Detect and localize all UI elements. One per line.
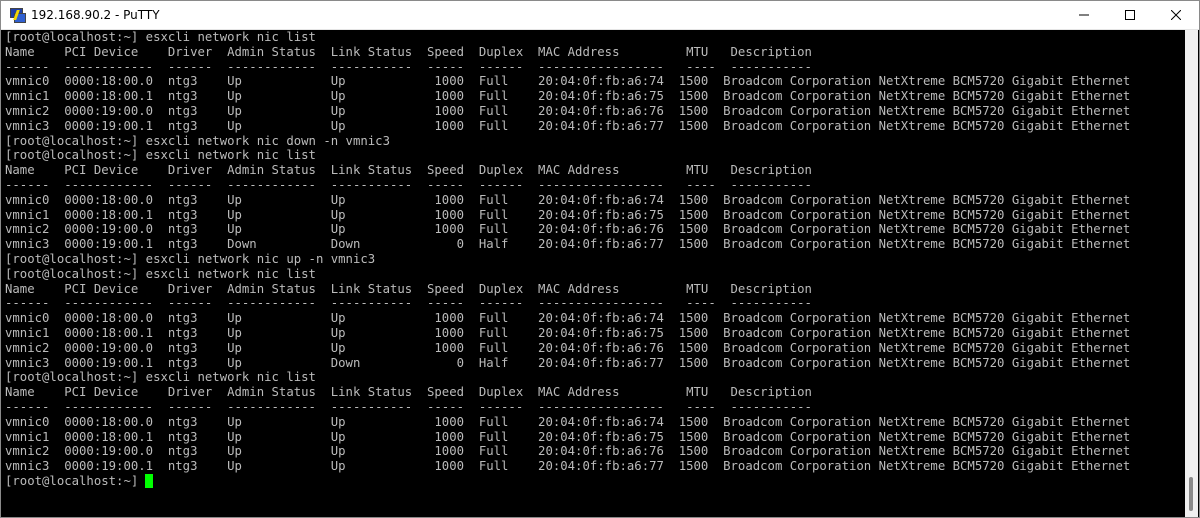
terminal-line: vmnic0 0000:18:00.0 ntg3 Up Up 1000 Full… bbox=[5, 311, 1131, 326]
minimize-button[interactable] bbox=[1061, 1, 1107, 29]
maximize-icon bbox=[1125, 10, 1135, 20]
terminal-line: ------ ------------ ------ ------------ … bbox=[5, 177, 812, 192]
terminal-line: [root@localhost:~] esxcli network nic li… bbox=[5, 148, 316, 163]
prompt-text: [root@localhost:~] bbox=[5, 473, 139, 488]
terminal-line: vmnic2 0000:19:00.0 ntg3 Up Up 1000 Full… bbox=[5, 222, 1131, 237]
terminal-output[interactable]: [root@localhost:~] esxcli network nic li… bbox=[2, 30, 1186, 517]
terminal-line: vmnic3 0000:19:00.1 ntg3 Down Down 0 Hal… bbox=[5, 237, 1131, 252]
terminal-line: [root@localhost:~] esxcli network nic li… bbox=[5, 30, 316, 44]
terminal-line: Name PCI Device Driver Admin Status Link… bbox=[5, 163, 812, 178]
scrollbar-thumb[interactable] bbox=[1189, 477, 1193, 511]
terminal-line: vmnic2 0000:19:00.0 ntg3 Up Up 1000 Full… bbox=[5, 340, 1131, 355]
terminal-line: vmnic1 0000:18:00.1 ntg3 Up Up 1000 Full… bbox=[5, 89, 1131, 104]
prompt-line[interactable]: [root@localhost:~] bbox=[2, 474, 1186, 489]
window-title: 192.168.90.2 - PuTTY bbox=[31, 8, 160, 22]
putty-icon[interactable] bbox=[9, 7, 26, 23]
title-bar[interactable]: 192.168.90.2 - PuTTY bbox=[1, 1, 1199, 30]
terminal-line: vmnic3 0000:19:00.1 ntg3 Up Up 1000 Full… bbox=[5, 459, 1131, 474]
minimize-icon bbox=[1079, 14, 1089, 16]
terminal-line: [root@localhost:~] esxcli network nic li… bbox=[5, 370, 316, 385]
terminal-line: vmnic0 0000:18:00.0 ntg3 Up Up 1000 Full… bbox=[5, 192, 1131, 207]
window-controls bbox=[1061, 1, 1199, 29]
terminal-line: vmnic2 0000:19:00.0 ntg3 Up Up 1000 Full… bbox=[5, 444, 1131, 459]
terminal-line: vmnic1 0000:18:00.1 ntg3 Up Up 1000 Full… bbox=[5, 207, 1131, 222]
terminal-line: Name PCI Device Driver Admin Status Link… bbox=[5, 281, 812, 296]
terminal-line: [root@localhost:~] esxcli network nic up… bbox=[5, 251, 376, 266]
terminal-line: vmnic2 0000:19:00.0 ntg3 Up Up 1000 Full… bbox=[5, 103, 1131, 118]
text-cursor bbox=[145, 474, 154, 489]
terminal-line: vmnic3 0000:19:00.1 ntg3 Up Up 1000 Full… bbox=[5, 118, 1131, 133]
terminal-line: vmnic0 0000:18:00.0 ntg3 Up Up 1000 Full… bbox=[5, 74, 1131, 89]
terminal-line: ------ ------------ ------ ------------ … bbox=[5, 296, 812, 311]
terminal-line: ------ ------------ ------ ------------ … bbox=[5, 399, 812, 414]
terminal-line: vmnic0 0000:18:00.0 ntg3 Up Up 1000 Full… bbox=[5, 414, 1131, 429]
terminal-line: vmnic1 0000:18:00.1 ntg3 Up Up 1000 Full… bbox=[5, 325, 1131, 340]
maximize-button[interactable] bbox=[1107, 1, 1153, 29]
close-icon bbox=[1171, 10, 1181, 20]
putty-window: 192.168.90.2 - PuTTY [root@localhost:~] … bbox=[0, 0, 1200, 518]
terminal-line: vmnic3 0000:19:00.1 ntg3 Up Down 0 Half … bbox=[5, 355, 1131, 370]
terminal-line: ------ ------------ ------ ------------ … bbox=[5, 59, 812, 74]
terminal-line: Name PCI Device Driver Admin Status Link… bbox=[5, 385, 812, 400]
terminal-line: [root@localhost:~] esxcli network nic li… bbox=[5, 266, 316, 281]
close-button[interactable] bbox=[1153, 1, 1199, 29]
terminal-line: Name PCI Device Driver Admin Status Link… bbox=[5, 44, 812, 59]
terminal-line: vmnic1 0000:18:00.1 ntg3 Up Up 1000 Full… bbox=[5, 429, 1131, 444]
terminal-line: [root@localhost:~] esxcli network nic do… bbox=[5, 133, 390, 148]
vertical-scrollbar[interactable] bbox=[1185, 30, 1198, 517]
